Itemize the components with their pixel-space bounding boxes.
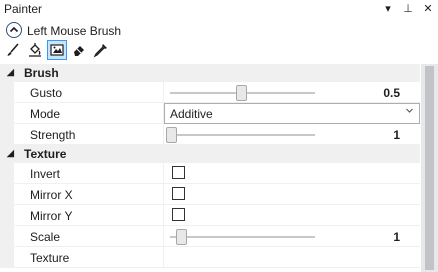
brush-header: Left Mouse Brush xyxy=(0,21,438,41)
category-name: Brush xyxy=(24,66,59,80)
property-value: 1 xyxy=(164,124,420,145)
property-row-mode: Mode Additive xyxy=(0,102,420,124)
paint-bucket-icon xyxy=(29,43,41,57)
mode-selected-value: Additive xyxy=(170,107,213,121)
property-value: Additive xyxy=(164,103,420,124)
mode-dropdown[interactable]: Additive xyxy=(164,103,420,124)
property-value xyxy=(164,205,420,226)
property-row-mirror-y: Mirror Y xyxy=(0,204,420,226)
eyedropper-tool-button[interactable] xyxy=(91,40,111,60)
mirror-y-checkbox[interactable] xyxy=(172,208,185,221)
eyedropper-icon xyxy=(93,44,107,58)
property-value: 1 xyxy=(164,226,420,247)
property-value[interactable] xyxy=(164,247,420,268)
brush-icon xyxy=(7,43,19,56)
property-label: Scale xyxy=(30,230,61,244)
texture-paint-icon xyxy=(50,44,64,56)
property-label: Mode xyxy=(30,107,61,121)
category-texture[interactable]: ◢ Texture xyxy=(0,145,420,163)
property-row-gusto: Gusto 0.5 xyxy=(0,81,420,103)
panel-titlebar: Painter ▾ ⊥ ✕ xyxy=(0,0,438,19)
brush-tool-button[interactable] xyxy=(3,40,23,60)
property-label: Strength xyxy=(30,128,76,142)
scale-slider-track[interactable] xyxy=(170,236,315,238)
brush-header-label: Left Mouse Brush xyxy=(27,24,122,38)
property-grid: ◢ Brush Gusto 0.5 Mode Additive Strength xyxy=(0,64,420,268)
property-value xyxy=(164,163,420,184)
property-row-scale: Scale 1 xyxy=(0,225,420,247)
mirror-x-checkbox[interactable] xyxy=(172,187,185,200)
scale-slider-thumb[interactable] xyxy=(176,229,187,245)
invert-checkbox[interactable] xyxy=(172,166,185,179)
property-label: Texture xyxy=(30,251,70,265)
strength-value: 1 xyxy=(393,128,400,142)
close-icon[interactable]: ✕ xyxy=(422,2,434,16)
chevron-up-icon xyxy=(9,26,19,33)
property-value xyxy=(164,184,420,205)
strength-slider-thumb[interactable] xyxy=(166,127,177,143)
expand-icon[interactable]: ◢ xyxy=(7,148,14,159)
expand-icon[interactable]: ◢ xyxy=(7,67,14,78)
property-value: 0.5 xyxy=(164,82,420,103)
eraser-icon xyxy=(74,46,84,56)
chevron-down-icon xyxy=(405,106,414,118)
category-name: Texture xyxy=(24,147,67,161)
vertical-scrollbar[interactable] xyxy=(421,64,438,272)
property-label: Invert xyxy=(30,167,61,181)
scale-value: 1 xyxy=(393,230,400,244)
scrollbar-thumb[interactable] xyxy=(425,66,434,270)
eraser-tool-button[interactable] xyxy=(69,40,89,60)
property-row-strength: Strength 1 xyxy=(0,123,420,145)
category-brush[interactable]: ◢ Brush xyxy=(0,64,420,82)
texture-tool-button[interactable] xyxy=(47,40,67,60)
property-label: Mirror X xyxy=(30,188,73,202)
fill-tool-button[interactable] xyxy=(25,40,45,60)
pin-icon[interactable]: ⊥ xyxy=(402,2,414,16)
property-row-texture: Texture xyxy=(0,246,420,268)
gusto-value: 0.5 xyxy=(383,86,400,100)
strength-slider-track[interactable] xyxy=(170,134,315,136)
panel-title: Painter xyxy=(4,2,43,16)
tool-strip xyxy=(3,40,111,62)
dropdown-icon[interactable]: ▾ xyxy=(382,2,394,16)
gusto-slider-thumb[interactable] xyxy=(236,85,247,101)
collapse-button[interactable] xyxy=(6,22,22,38)
panel-controls: ▾ ⊥ ✕ xyxy=(382,2,434,16)
property-label: Mirror Y xyxy=(30,209,73,223)
property-label: Gusto xyxy=(30,86,63,100)
property-row-invert: Invert xyxy=(0,162,420,184)
property-row-mirror-x: Mirror X xyxy=(0,183,420,205)
